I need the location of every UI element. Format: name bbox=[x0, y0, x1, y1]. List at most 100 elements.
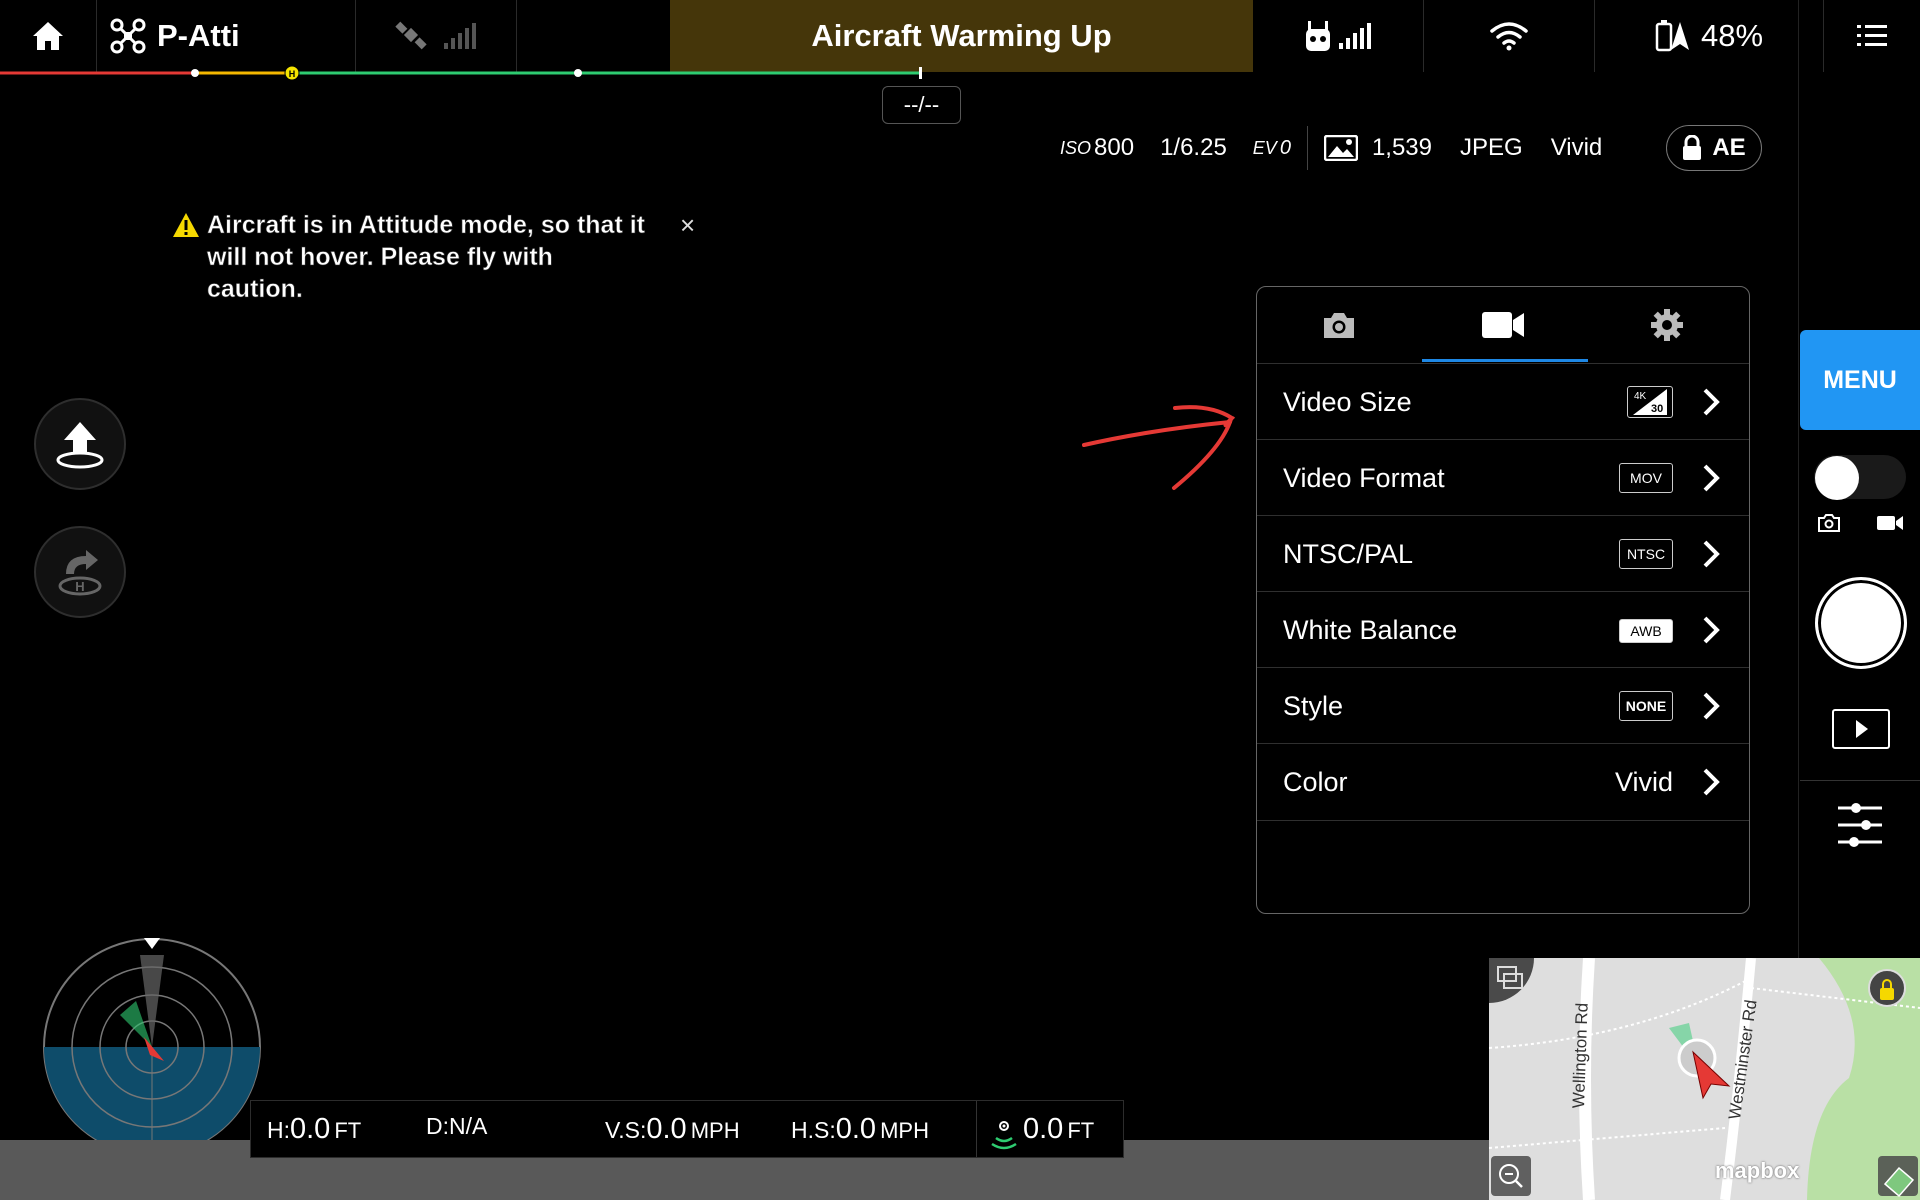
tab-settings[interactable] bbox=[1585, 287, 1749, 363]
remote-signal[interactable] bbox=[1253, 0, 1423, 72]
battery-status[interactable]: 48% bbox=[1595, 0, 1823, 72]
vs-label: V.S: bbox=[605, 1117, 647, 1143]
remote-controller-icon bbox=[1306, 21, 1330, 51]
vs-value: 0.0 bbox=[646, 1113, 687, 1145]
chevron-right-icon bbox=[1703, 768, 1720, 796]
distance-readout: D: N/A bbox=[426, 1101, 487, 1157]
sliders-icon[interactable] bbox=[1836, 800, 1884, 850]
wifi-status[interactable] bbox=[1424, 0, 1594, 72]
setting-badge: NTSC bbox=[1619, 539, 1673, 569]
shutter-button[interactable] bbox=[1815, 577, 1907, 669]
satellite-icon bbox=[395, 21, 427, 50]
height-value: 0.0 bbox=[290, 1113, 331, 1145]
chevron-right-icon bbox=[1703, 388, 1720, 416]
resolution-icon: 4K 30 bbox=[1633, 389, 1667, 415]
gps-signal[interactable] bbox=[356, 0, 516, 72]
divider bbox=[1800, 780, 1920, 781]
horizontal-speed-readout: H.S: 0.0 MPH bbox=[791, 1101, 929, 1157]
shutter-speed: 1/6.25 bbox=[1160, 134, 1227, 161]
home-button[interactable] bbox=[0, 0, 96, 72]
vertical-speed-readout: V.S: 0.0 MPH bbox=[605, 1101, 740, 1157]
height-unit: FT bbox=[334, 1118, 362, 1143]
menu-button[interactable]: MENU bbox=[1800, 330, 1920, 430]
svg-text:H: H bbox=[75, 579, 84, 594]
hs-value: 0.0 bbox=[835, 1113, 877, 1145]
setting-row-ntsc-pal[interactable]: NTSC/PAL NTSC bbox=[1257, 515, 1749, 592]
hs-label: H.S: bbox=[791, 1117, 836, 1143]
warning-text: Aircraft is in Attitude mode, so that it… bbox=[207, 211, 646, 304]
setting-row-video-size[interactable]: Video Size 4K 30 bbox=[1257, 363, 1749, 440]
iso-label: ISO bbox=[1060, 137, 1092, 158]
chevron-right-icon bbox=[1703, 692, 1720, 720]
vs-unit: MPH bbox=[690, 1118, 740, 1143]
ae-label: AE bbox=[1712, 134, 1746, 161]
battery-level-bar: H bbox=[0, 66, 922, 80]
vps-value: 0.0 bbox=[1023, 1113, 1064, 1145]
setting-label: White Balance bbox=[1283, 615, 1458, 645]
battery-percent: 48% bbox=[1700, 18, 1764, 53]
mini-map[interactable]: Wellington Rd Westminster Rd bbox=[1489, 958, 1920, 1200]
setting-label: Style bbox=[1283, 691, 1344, 721]
setting-row-style[interactable]: Style NONE bbox=[1257, 667, 1749, 744]
setting-label: Video Format bbox=[1283, 463, 1445, 493]
vps-unit: FT bbox=[1067, 1118, 1095, 1143]
map-toggle-icon[interactable] bbox=[1497, 966, 1523, 990]
lock-icon bbox=[1683, 135, 1702, 160]
divider bbox=[976, 1101, 977, 1157]
chevron-right-icon bbox=[1703, 540, 1720, 568]
divider bbox=[1306, 126, 1308, 170]
setting-label: NTSC/PAL bbox=[1283, 539, 1414, 569]
setting-badge: MOV bbox=[1619, 463, 1673, 493]
tab-photo[interactable] bbox=[1257, 287, 1421, 363]
return-home-button[interactable]: H bbox=[34, 526, 126, 618]
close-warning-button[interactable]: × bbox=[680, 210, 695, 241]
toggle-knob[interactable] bbox=[1815, 456, 1859, 500]
annotation-arrow bbox=[1082, 405, 1236, 490]
badge-4k: 4K bbox=[1634, 391, 1647, 402]
camera-settings-panel: Video Size 4K 30 Video Format MOV NTSC/P… bbox=[1256, 286, 1750, 914]
ev-value: 0 bbox=[1279, 136, 1291, 159]
remaining-time: --/-- bbox=[882, 86, 961, 124]
mapbox-logo-text: mapbox bbox=[1715, 1158, 1800, 1183]
drone-icon bbox=[110, 18, 146, 54]
flight-mode[interactable]: P-Atti bbox=[97, 0, 367, 72]
video-camera-icon bbox=[1877, 516, 1903, 530]
return-home-icon: H bbox=[58, 550, 102, 596]
height-label: H: bbox=[267, 1117, 290, 1143]
video-camera-icon bbox=[1482, 312, 1524, 338]
ev-label: EV bbox=[1252, 137, 1277, 158]
video-size-badge: 4K 30 bbox=[1627, 386, 1673, 418]
ae-lock-button[interactable]: AE bbox=[1666, 125, 1762, 171]
takeoff-icon bbox=[56, 422, 104, 469]
iso-value: 800 bbox=[1094, 134, 1135, 161]
setting-row-color[interactable]: Color Vivid bbox=[1257, 743, 1749, 821]
image-format: JPEG bbox=[1460, 134, 1523, 161]
distance-label: D: bbox=[426, 1113, 449, 1139]
signal-bars-icon bbox=[1339, 23, 1371, 49]
vision-sensor-icon bbox=[991, 1121, 1017, 1150]
playback-button[interactable] bbox=[1832, 709, 1890, 749]
height-readout: H: 0.0 FT bbox=[267, 1101, 361, 1157]
map-canvas bbox=[1489, 958, 1920, 1200]
setting-badge: NONE bbox=[1619, 691, 1673, 721]
distance-value: N/A bbox=[449, 1113, 488, 1139]
chevron-right-icon bbox=[1703, 616, 1720, 644]
image-style: Vivid bbox=[1550, 134, 1603, 161]
vps-readout: 0.0 FT bbox=[991, 1101, 1094, 1157]
active-tab-indicator bbox=[1422, 359, 1588, 362]
camera-parameters[interactable]: ISO 800 1/6.25 EV 0 1,539 JPEG Vivid bbox=[1060, 126, 1603, 170]
image-icon bbox=[1323, 135, 1358, 161]
play-icon bbox=[1856, 720, 1868, 738]
flight-mode-label: P-Atti bbox=[157, 18, 240, 53]
takeoff-button[interactable] bbox=[34, 398, 126, 490]
status-banner[interactable]: Aircraft Warming Up bbox=[670, 0, 1253, 72]
setting-row-white-balance[interactable]: White Balance AWB bbox=[1257, 591, 1749, 668]
setting-badge: AWB bbox=[1619, 619, 1673, 643]
home-icon bbox=[33, 22, 63, 50]
badge-30: 30 bbox=[1651, 403, 1663, 415]
top-bar: P-Atti Aircraft Warming Up 48% bbox=[0, 0, 1920, 72]
tab-video[interactable] bbox=[1421, 287, 1585, 363]
gear-icon bbox=[1651, 309, 1683, 341]
camera-icon bbox=[1324, 313, 1354, 338]
setting-row-video-format[interactable]: Video Format MOV bbox=[1257, 439, 1749, 516]
